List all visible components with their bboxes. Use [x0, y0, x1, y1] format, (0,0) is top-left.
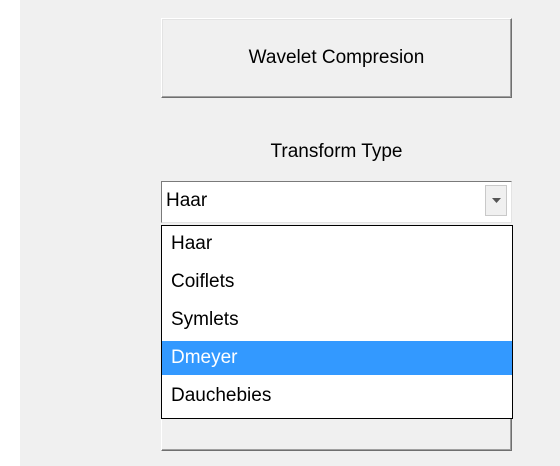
chevron-down-icon — [491, 197, 501, 203]
left-window-edge — [0, 0, 20, 466]
dropdown-item-dmeyer[interactable]: Dmeyer — [162, 341, 512, 375]
dropdown-item-symlets[interactable]: Symlets — [162, 303, 512, 337]
wavelet-compression-button[interactable]: Wavelet Compresion — [161, 18, 512, 98]
dropdown-arrow-button[interactable] — [485, 185, 507, 216]
transform-type-dropdown-list: Haar Coiflets Symlets Dmeyer Dauchebies — [161, 225, 513, 419]
dropdown-item-dauchebies[interactable]: Dauchebies — [162, 379, 512, 413]
transform-type-label: Transform Type — [270, 141, 403, 162]
selected-transform-value: Haar — [166, 190, 208, 211]
dropdown-item-haar[interactable]: Haar — [162, 227, 512, 261]
dropdown-item-coiflets[interactable]: Coiflets — [162, 265, 512, 299]
transform-type-select[interactable]: Haar — [161, 181, 512, 223]
